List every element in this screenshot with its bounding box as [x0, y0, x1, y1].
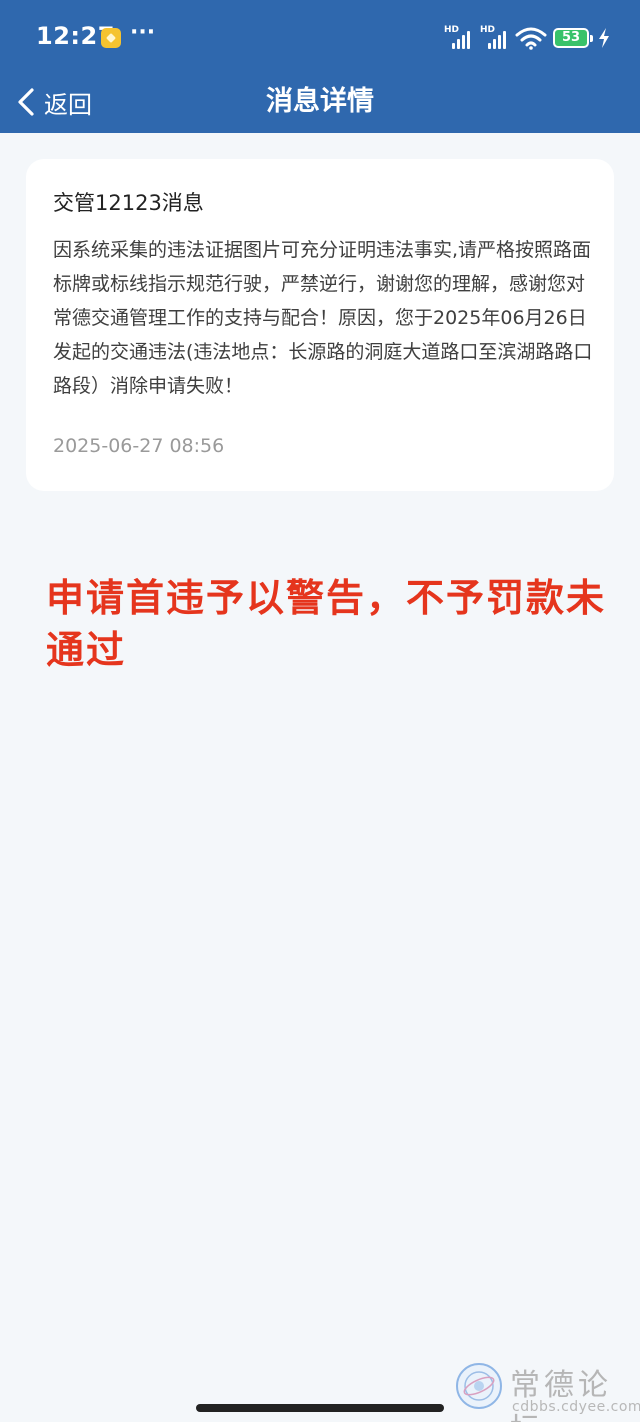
network-type-label: HD: [444, 25, 460, 35]
message-card: 交管12123消息 因系统采集的违法证据图片可充分证明违法事实,请严格按照路面标…: [26, 159, 614, 491]
cellular-signal-icon: HD: [444, 25, 474, 49]
red-annotation-text: 申请首违予以警告，不予罚款未通过: [46, 576, 607, 672]
message-timestamp: 2025-06-27 08:56: [53, 435, 225, 457]
navigation-bar: 返回 消息详情: [0, 76, 640, 133]
forum-logo-icon: [456, 1363, 502, 1409]
message-title: 交管12123消息: [53, 191, 204, 215]
app-header: 12:27 ··· HD HD 53 返回 消息详情: [0, 0, 640, 133]
cellular-signal-icon-2: HD: [480, 25, 510, 49]
home-indicator[interactable]: [196, 1404, 444, 1412]
notification-app-icon: [101, 28, 121, 48]
charging-icon: [599, 28, 609, 48]
message-body: 因系统采集的违法证据图片可充分证明违法事实,请严格按照路面标牌或标线指示规范行驶…: [53, 239, 593, 397]
network-type-label-2: HD: [480, 25, 496, 35]
page-title: 消息详情: [266, 86, 374, 117]
watermark-url: cdbbs.cdyee.com: [512, 1399, 640, 1415]
status-bar: 12:27 ··· HD HD 53: [0, 0, 640, 76]
battery-icon: 53: [553, 28, 593, 48]
wifi-icon: [515, 27, 547, 50]
status-more-icon: ···: [130, 20, 156, 45]
